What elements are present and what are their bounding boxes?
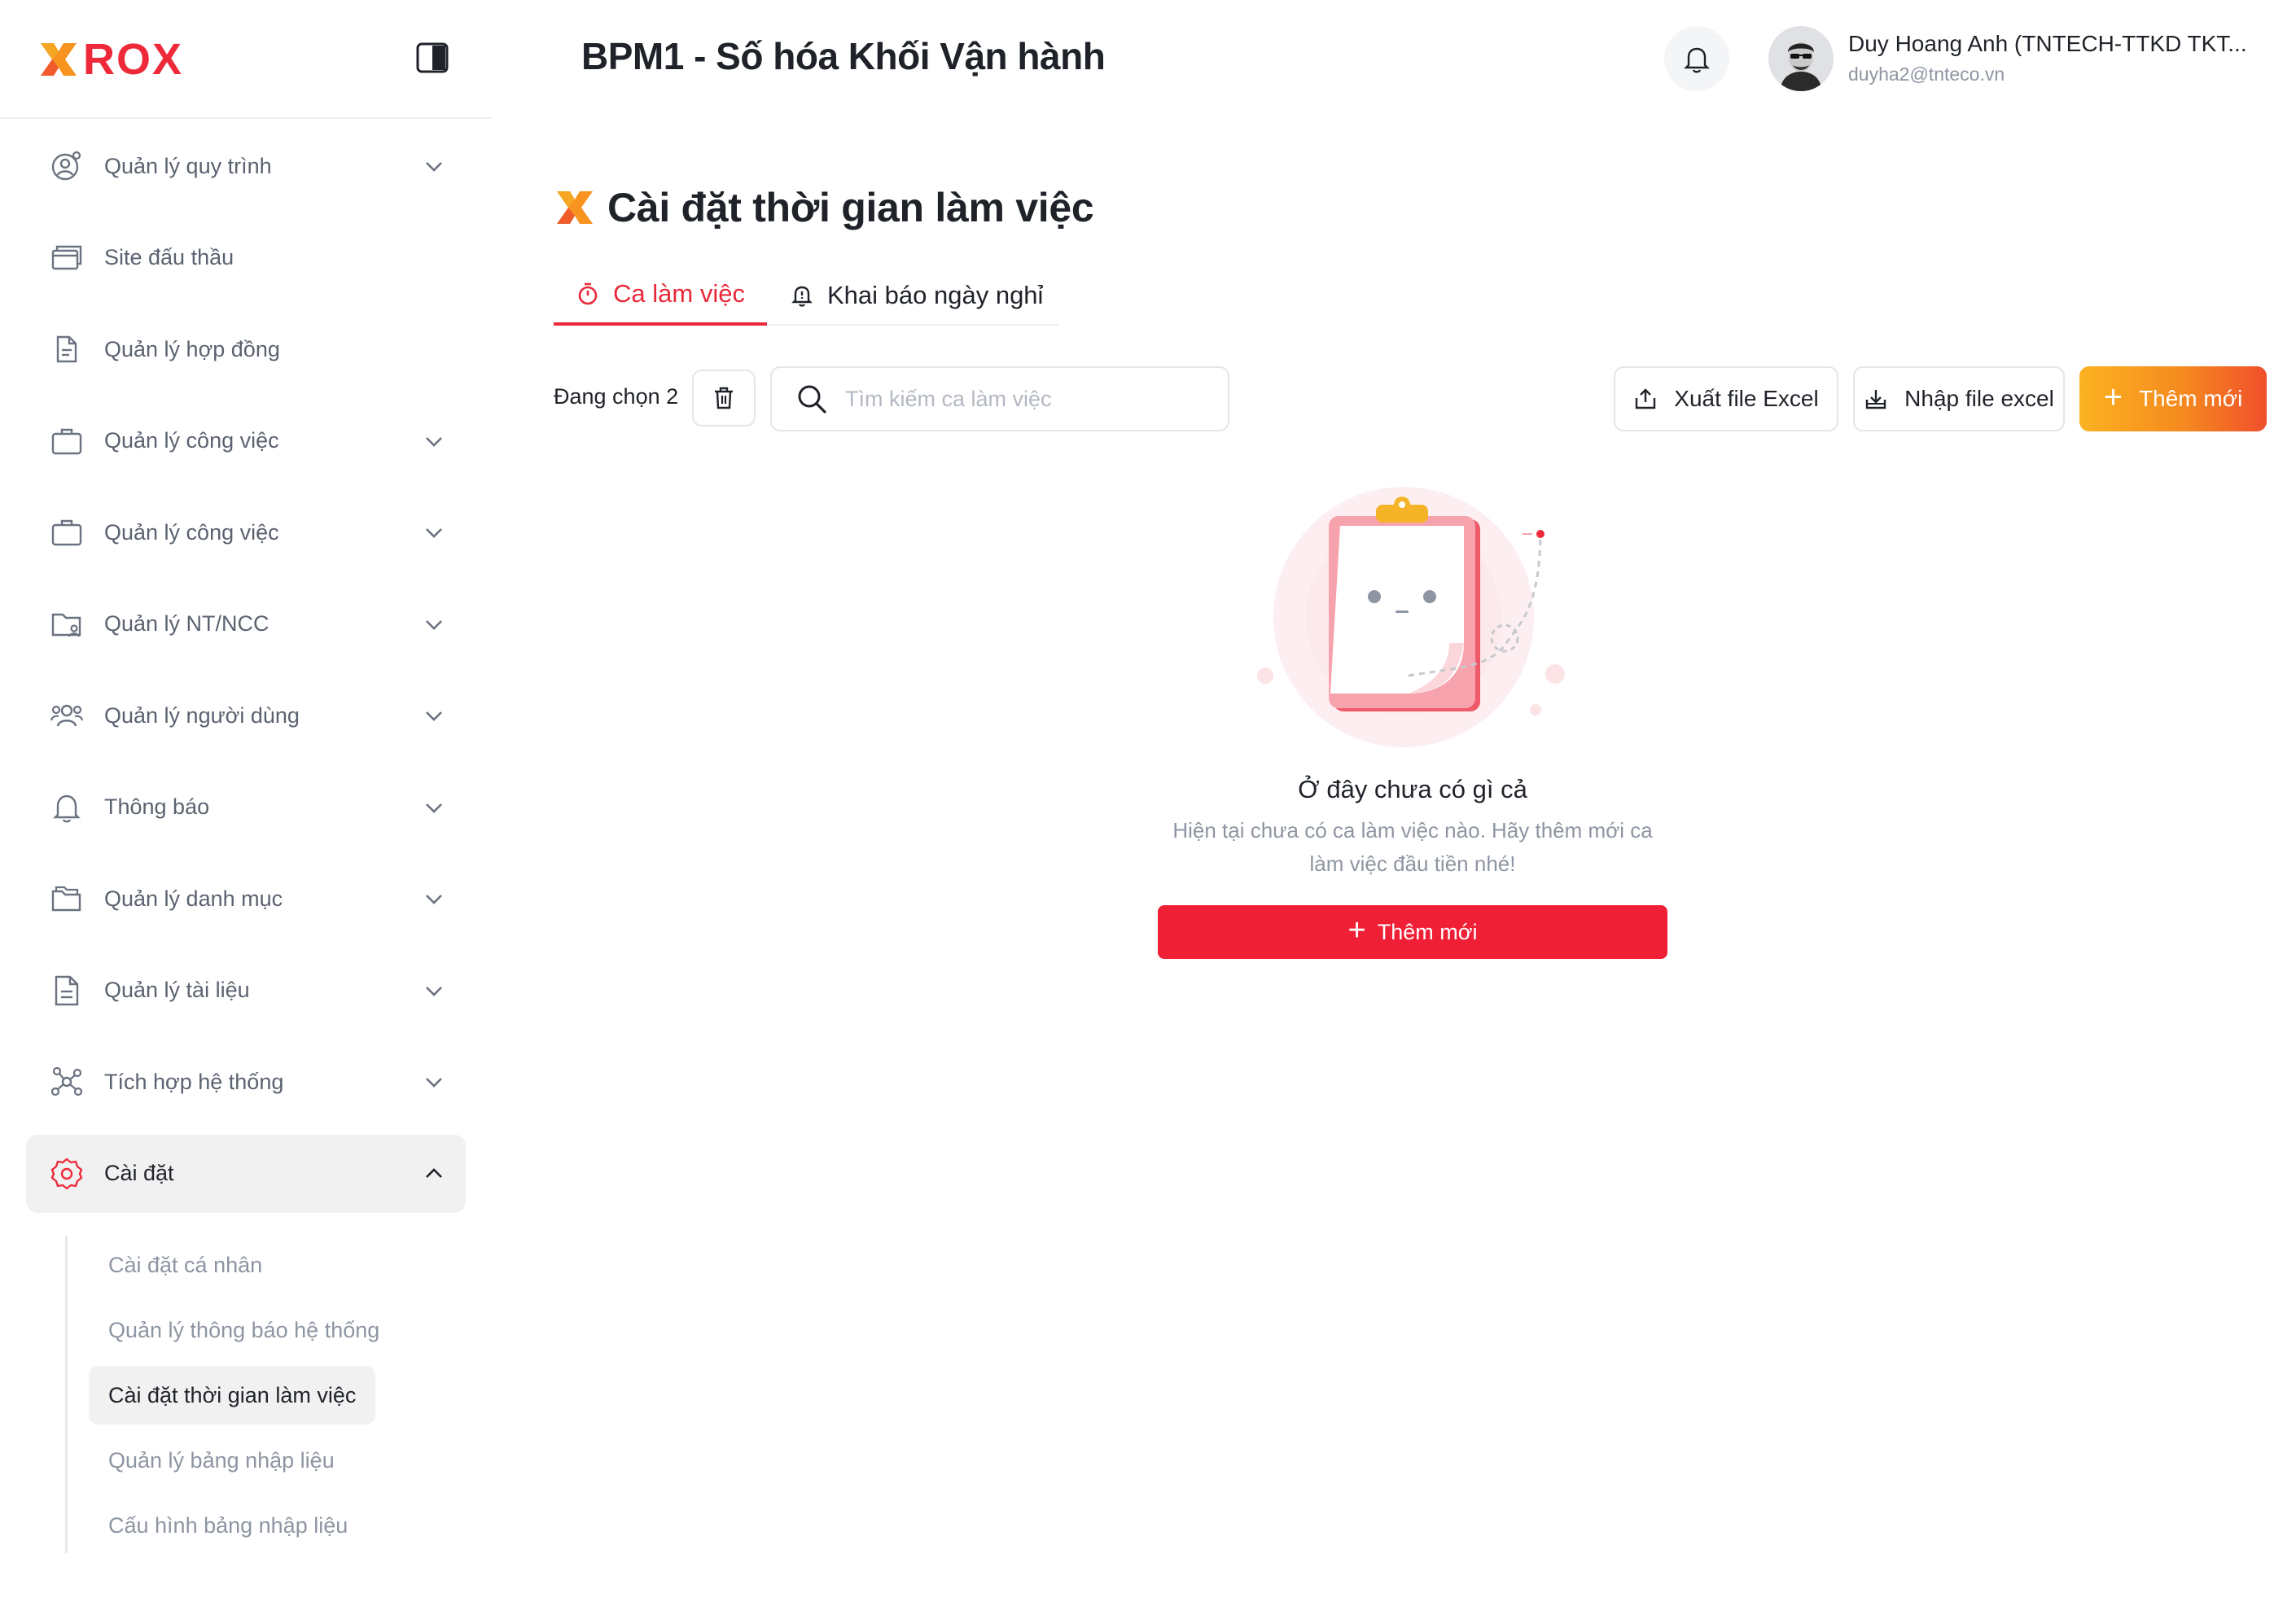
selected-count: Đang chọn 2 xyxy=(554,384,679,409)
export-label: Xuất file Excel xyxy=(1674,386,1819,411)
sidebar-item-integrations[interactable]: Tích hợp hệ thống xyxy=(26,1043,466,1121)
empty-state-add-button[interactable]: + Thêm mới xyxy=(1158,905,1667,959)
empty-add-label: Thêm mới xyxy=(1377,919,1478,944)
search-box[interactable] xyxy=(770,366,1229,431)
sidebar-item-documents[interactable]: Quản lý tài liệu xyxy=(26,952,466,1030)
sidebar-item-label: Quản lý người dùng xyxy=(104,702,300,728)
chevron-down-icon xyxy=(426,436,442,447)
briefcase-icon xyxy=(49,423,85,459)
settings-submenu: Cài đặt cá nhân Quản lý thông báo hệ thố… xyxy=(65,1236,456,1553)
sidebar-toggle-icon[interactable] xyxy=(415,41,449,75)
plus-icon: + xyxy=(1347,913,1366,948)
tab-holidays[interactable]: Khai báo ngày nghỉ xyxy=(790,265,1043,326)
avatar[interactable] xyxy=(1768,26,1834,91)
document-icon xyxy=(49,973,85,1009)
bell-icon xyxy=(49,790,85,825)
search-input[interactable] xyxy=(845,386,1220,412)
delete-button[interactable] xyxy=(692,370,756,427)
document-copy-icon xyxy=(49,331,85,367)
submenu-item-table-config[interactable]: Cấu hình bảng nhập liệu xyxy=(89,1496,367,1555)
sidebar: ROX Quản lý quy trình Site đấu thầu Quản… xyxy=(0,0,492,1615)
sidebar-item-tender-site[interactable]: Site đấu thầu xyxy=(26,219,466,297)
sidebar-item-label: Cài đặt xyxy=(104,1161,174,1185)
chevron-down-icon xyxy=(426,162,442,172)
browser-windows-icon xyxy=(49,240,85,276)
rox-logo-icon xyxy=(557,191,593,224)
add-new-button[interactable]: + Thêm mới xyxy=(2079,366,2267,431)
plus-icon: + xyxy=(2103,379,2123,415)
sidebar-item-tasks[interactable]: Quản lý công việc xyxy=(26,402,466,480)
user-name[interactable]: Duy Hoang Anh (TNTECH-TTKD TKT... xyxy=(1848,31,2247,57)
rox-logo-icon xyxy=(41,43,77,76)
sidebar-item-users[interactable]: Quản lý người dùng xyxy=(26,676,466,755)
sidebar-item-label: Thông báo xyxy=(104,794,210,819)
user-avatar-icon xyxy=(1768,26,1834,91)
download-icon xyxy=(1865,390,1886,409)
folder-user-icon xyxy=(49,606,85,642)
submenu-item-working-time[interactable]: Cài đặt thời gian làm việc xyxy=(89,1366,376,1425)
export-excel-button[interactable]: Xuất file Excel xyxy=(1614,366,1838,431)
sidebar-item-tasks-2[interactable]: Quản lý công việc xyxy=(26,493,466,571)
sidebar-item-label: Quản lý danh mục xyxy=(104,886,283,911)
chevron-down-icon xyxy=(426,803,442,813)
sidebar-item-label: Quản lý công việc xyxy=(104,519,279,545)
user-gear-icon xyxy=(49,148,85,184)
chevron-down-icon xyxy=(426,986,442,996)
add-label: Thêm mới xyxy=(2139,386,2243,411)
tab-label: Ca làm việc xyxy=(613,279,745,308)
sidebar-item-process[interactable]: Quản lý quy trình xyxy=(26,127,466,205)
sidebar-item-notifications[interactable]: Thông báo xyxy=(26,768,466,847)
sidebar-item-label: Quản lý tài liệu xyxy=(104,978,250,1002)
logo-row: ROX xyxy=(0,0,492,119)
tab-shifts[interactable]: Ca làm việc xyxy=(554,265,767,326)
empty-state-description: Hiện tại chưa có ca làm việc nào. Hãy th… xyxy=(1172,818,1653,876)
tabs: Ca làm việc Khai báo ngày nghỉ xyxy=(554,265,1058,326)
page-title-row: Cài đặt thời gian làm việc xyxy=(554,184,1094,231)
users-icon xyxy=(49,698,85,733)
chevron-down-icon xyxy=(426,895,442,904)
chevron-down-icon xyxy=(426,528,442,538)
import-label: Nhập file excel xyxy=(1904,386,2054,411)
page-title: Cài đặt thời gian làm việc xyxy=(607,185,1094,230)
folders-icon xyxy=(49,881,85,917)
trash-icon xyxy=(715,387,733,409)
empty-state-title: Ở đây chưa có gì cả xyxy=(1298,775,1527,803)
sidebar-item-suppliers[interactable]: Quản lý NT/NCC xyxy=(26,585,466,663)
timer-icon xyxy=(578,282,598,305)
brand-name: ROX xyxy=(83,35,184,84)
sidebar-item-label: Tích hợp hệ thống xyxy=(104,1069,284,1094)
submenu-item-personal-settings[interactable]: Cài đặt cá nhân xyxy=(89,1236,282,1294)
search-icon xyxy=(798,385,826,414)
import-excel-button[interactable]: Nhập file excel xyxy=(1853,366,2065,431)
user-email: duyha2@tnteco.vn xyxy=(1848,63,2005,85)
sidebar-item-settings[interactable]: Cài đặt xyxy=(26,1134,466,1213)
upload-icon xyxy=(1636,388,1656,409)
sidebar-item-label: Quản lý quy trình xyxy=(104,153,272,178)
sidebar-item-label: Quản lý hợp đồng xyxy=(104,336,280,361)
settings-icon xyxy=(49,1156,85,1192)
sidebar-item-contracts[interactable]: Quản lý hợp đồng xyxy=(26,310,466,388)
brand-logo[interactable]: ROX xyxy=(37,35,184,84)
sidebar-menu: Quản lý quy trình Site đấu thầu Quản lý … xyxy=(26,127,466,1226)
sidebar-item-label: Quản lý công việc xyxy=(104,428,279,453)
tab-label: Khai báo ngày nghỉ xyxy=(827,281,1044,309)
app-title: BPM1 - Số hóa Khối Vận hành xyxy=(581,35,1106,77)
chevron-down-icon xyxy=(426,1078,442,1088)
notification-button[interactable] xyxy=(1664,26,1729,91)
bell-alert-icon xyxy=(791,286,813,307)
chevron-down-icon xyxy=(426,711,442,721)
empty-clipboard-illustration xyxy=(1257,487,1565,747)
network-icon xyxy=(49,1064,85,1100)
sidebar-item-categories[interactable]: Quản lý danh mục xyxy=(26,860,466,938)
submenu-item-system-notifications[interactable]: Quản lý thông báo hệ thống xyxy=(89,1301,399,1359)
bell-icon xyxy=(1684,47,1710,73)
sidebar-item-label: Site đấu thầu xyxy=(104,245,234,269)
chevron-up-icon xyxy=(426,1167,442,1178)
chevron-down-icon xyxy=(426,619,442,630)
submenu-item-data-tables[interactable]: Quản lý bảng nhập liệu xyxy=(89,1431,354,1490)
briefcase-icon xyxy=(49,514,85,550)
sidebar-item-label: Quản lý NT/NCC xyxy=(104,611,269,636)
